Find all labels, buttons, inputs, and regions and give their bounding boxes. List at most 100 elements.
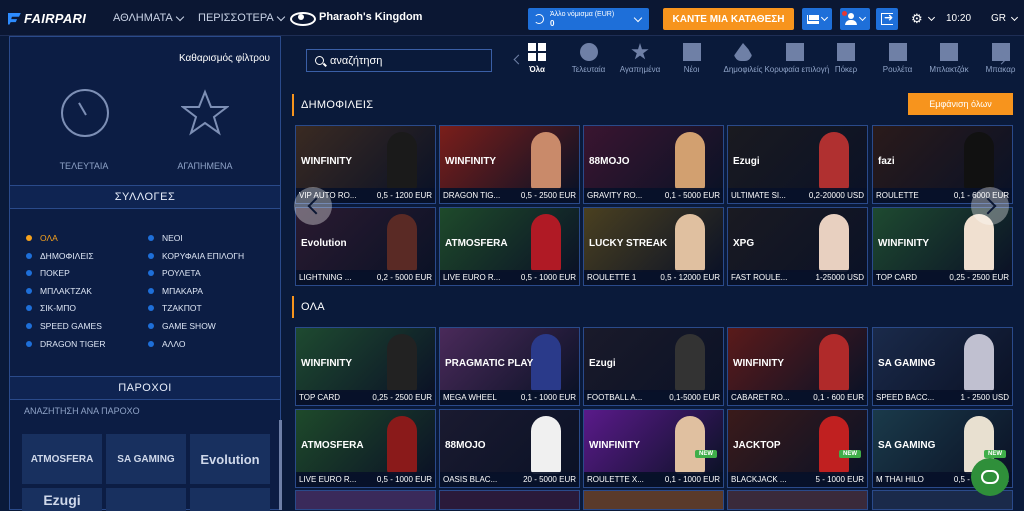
carousel-prev-button[interactable] xyxy=(294,187,332,225)
collection-item[interactable]: DRAGON TIGER xyxy=(26,339,106,349)
favorites-label[interactable]: ΑΓΑΠΗΜΕΝΑ xyxy=(160,161,250,171)
provider-tile[interactable] xyxy=(190,488,270,511)
current-game[interactable]: Pharaoh's Kingdom xyxy=(290,10,422,24)
search-box[interactable] xyxy=(306,49,492,72)
logout-button[interactable] xyxy=(876,8,898,30)
collection-label: GAME SHOW xyxy=(162,321,216,331)
site-logo[interactable]: FAIRPARI xyxy=(8,11,86,26)
deposit-button[interactable]: ΚΑΝΤΕ ΜΙΑ ΚΑΤΑΘΕΣΗ xyxy=(663,8,794,30)
game-card[interactable] xyxy=(727,490,868,510)
game-card[interactable]: 88MOJOGRAVITY RO...0,1 - 5000 EUR xyxy=(583,125,724,204)
collection-item[interactable]: ΡΟΥΛΕΤΑ xyxy=(148,268,201,278)
game-name: TOP CARD xyxy=(299,393,340,402)
collection-item[interactable]: ΜΠΛΑΚΤΖΑΚ xyxy=(26,286,92,296)
game-thumbnail: ATMOSFERA xyxy=(296,410,435,474)
collection-item[interactable]: ΤΖΑΚΠΟΤ xyxy=(148,303,202,313)
game-card[interactable] xyxy=(439,490,580,510)
game-card[interactable] xyxy=(295,490,436,510)
provider-ezugi-label: Ezugi xyxy=(43,492,80,508)
new-badge: NEW xyxy=(984,450,1006,458)
game-card[interactable]: EzugiFOOTBALL A...0,1-5000 EUR xyxy=(583,327,724,406)
game-card[interactable]: SA GAMING SPEED BACC...1 - 2500 USD xyxy=(872,327,1013,406)
game-card[interactable]: XPGFAST ROULE...1-25000 USD xyxy=(727,207,868,286)
language-chevron-icon[interactable] xyxy=(1011,14,1018,21)
collection-item[interactable]: ΔΗΜΟΦΙΛΕΙΣ xyxy=(26,251,94,261)
recent-label[interactable]: ΤΕΛΕΥΤΑΙΑ xyxy=(39,161,129,171)
messages-button[interactable] xyxy=(802,8,832,30)
collection-item[interactable]: SPEED GAMES xyxy=(26,321,102,331)
game-card[interactable]: WINFINITYNEWROULETTE X...0,1 - 1000 EUR xyxy=(583,409,724,488)
game-limits: 0,1 - 600 EUR xyxy=(813,393,864,402)
settings-chevron-icon[interactable] xyxy=(928,14,935,21)
clock-time: 10:20 xyxy=(946,13,971,24)
game-card[interactable]: PRAGMATIC PLAYMEGA WHEEL0,1 - 1000 EUR xyxy=(439,327,580,406)
dealer-figure xyxy=(819,132,849,190)
game-limits: 0,25 - 2500 EUR xyxy=(372,393,432,402)
new-badge: NEW xyxy=(695,450,717,458)
game-card[interactable]: 88MOJOOASIS BLAC...20 - 5000 EUR xyxy=(439,409,580,488)
dealer-figure xyxy=(675,214,705,272)
search-input[interactable] xyxy=(330,55,480,67)
provider-atmosfera[interactable]: ATMOSFERA xyxy=(22,434,102,484)
collection-item[interactable]: ΜΠΑΚΑΡΑ xyxy=(148,286,203,296)
provider-sa-gaming-label: SA GAMING xyxy=(117,454,174,465)
bullet-icon xyxy=(26,253,32,259)
provider-evolution[interactable]: Evolution xyxy=(190,434,270,484)
game-caption: TOP CARD0,25 - 2500 EUR xyxy=(873,270,1012,285)
game-limits: 0,5 - 1000 EUR xyxy=(377,475,432,484)
game-card[interactable]: LUCKY STREAKROULETTE 10,5 - 12000 EUR xyxy=(583,207,724,286)
game-caption: SPEED BACC...1 - 2500 USD xyxy=(873,390,1012,405)
game-thumbnail: XPG xyxy=(728,208,867,272)
provider-ezugi[interactable]: Ezugi xyxy=(22,488,102,511)
collection-label: SPEED GAMES xyxy=(40,321,102,331)
collection-item[interactable]: GAME SHOW xyxy=(148,321,216,331)
game-limits: 0,5 - 1000 EUR xyxy=(521,273,576,282)
clear-filter-link[interactable]: Καθαρισμός φίλτρου xyxy=(179,53,270,64)
game-thumbnail: WINFINITY xyxy=(296,126,435,190)
collection-item[interactable]: ΝΕΟΙ xyxy=(148,233,183,243)
game-limits: 0,2 - 5000 EUR xyxy=(377,273,432,282)
game-card[interactable]: ATMOSFERALIVE EURO R...0,5 - 1000 EUR xyxy=(295,409,436,488)
language-selector[interactable]: GR xyxy=(991,13,1006,24)
eye-icon xyxy=(290,10,312,24)
chevron-down-icon xyxy=(634,14,642,22)
game-card[interactable]: WINFINITYDRAGON TIG...0,5 - 2500 EUR xyxy=(439,125,580,204)
carousel-next-button[interactable] xyxy=(971,187,1009,225)
chat-bubble-icon xyxy=(981,470,999,484)
providers-search-label[interactable]: ΑΝΑΖΗΤΗΣΗ ΑΝΑ ΠΑΡΟΧΟ xyxy=(24,406,140,416)
collection-item[interactable]: ΚΟΡΥΦΑΙΑ ΕΠΙΛΟΓΗ xyxy=(148,251,244,261)
live-chat-button[interactable] xyxy=(971,458,1009,496)
bullet-icon xyxy=(148,305,154,311)
provider-tile[interactable] xyxy=(106,488,186,511)
gear-icon[interactable]: ⚙ xyxy=(911,11,923,27)
collection-item[interactable]: ΣΙΚ-ΜΠΟ xyxy=(26,303,76,313)
game-thumbnail: JACKTOPNEW xyxy=(728,410,867,474)
game-card[interactable]: EzugiULTIMATE SI...0,2-20000 USD xyxy=(727,125,868,204)
favorites-star-icon[interactable] xyxy=(181,89,229,137)
provider-brand: JACKTOP xyxy=(733,440,781,451)
provider-sa-gaming[interactable]: SA GAMING xyxy=(106,434,186,484)
sidebar-scrollbar[interactable] xyxy=(279,420,282,510)
game-card[interactable] xyxy=(583,490,724,510)
collection-item[interactable]: ΠΟΚΕΡ xyxy=(26,268,70,278)
game-card[interactable]: WINFINITYTOP CARD0,25 - 2500 EUR xyxy=(295,327,436,406)
collection-item[interactable]: ΟΛΑ xyxy=(26,233,58,243)
collection-item[interactable]: ΑΛΛΟ xyxy=(148,339,185,349)
account-button[interactable] xyxy=(840,8,870,30)
show-all-button[interactable]: Εμφάνιση όλων xyxy=(908,93,1013,115)
game-card[interactable]: ATMOSFERALIVE EURO R...0,5 - 1000 EUR xyxy=(439,207,580,286)
game-name: DRAGON TIG... xyxy=(443,191,500,200)
recent-clock-icon[interactable] xyxy=(61,89,109,137)
game-card[interactable]: WINFINITYCABARET RO...0,1 - 600 EUR xyxy=(727,327,868,406)
provider-brand: WINFINITY xyxy=(589,440,640,451)
provider-brand: PRAGMATIC PLAY xyxy=(445,358,533,369)
game-limits: 0,5 - 12000 EUR xyxy=(660,273,720,282)
currency-selector[interactable]: Άλλο νόμισμα (EUR) 0 xyxy=(528,8,649,30)
game-card[interactable]: JACKTOPNEWBLACKJACK ...5 - 1000 EUR xyxy=(727,409,868,488)
provider-brand: SA GAMING xyxy=(878,358,935,369)
nav-more[interactable]: ΠΕΡΙΣΣΟΤΕΡΑ xyxy=(198,12,284,24)
clock-icon xyxy=(580,43,598,61)
collection-label: ΟΛΑ xyxy=(40,233,58,243)
nav-sports[interactable]: ΑΘΛΗΜΑΤΑ xyxy=(113,12,183,24)
currency-text: Άλλο νόμισμα (EUR) 0 xyxy=(550,10,614,28)
